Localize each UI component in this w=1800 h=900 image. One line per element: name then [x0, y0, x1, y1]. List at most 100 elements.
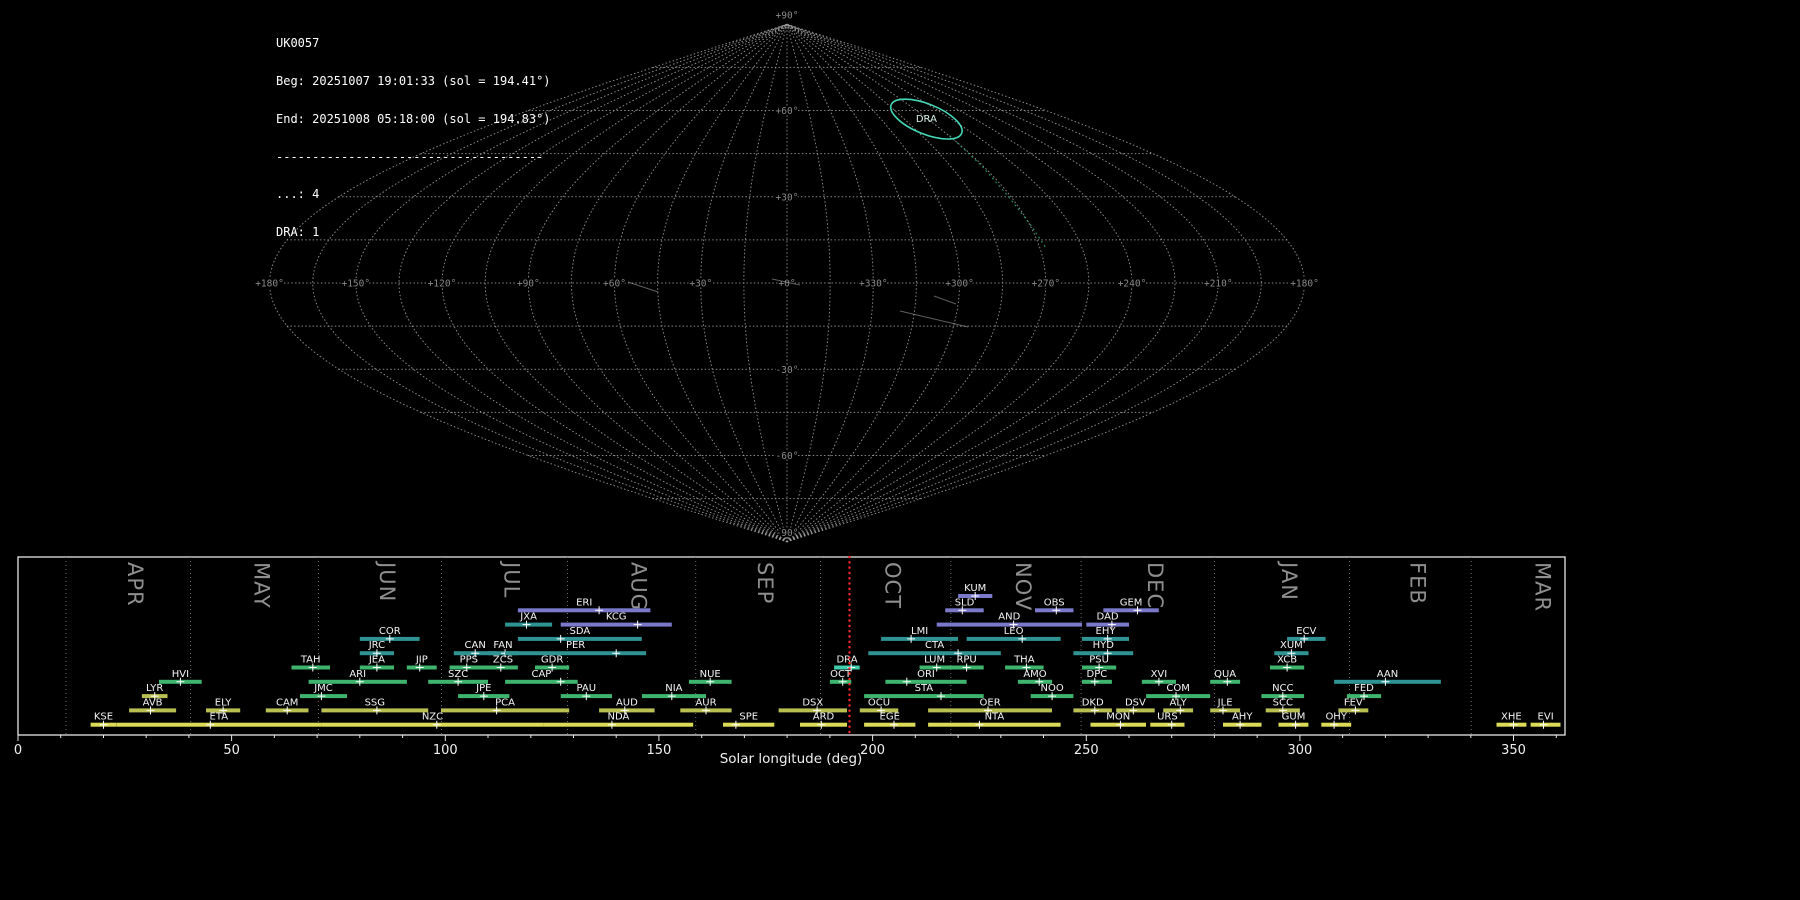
- shower-code-label: PER: [566, 640, 585, 651]
- shower-code-label: OER: [980, 697, 1001, 708]
- shower-code-label: SLD: [955, 597, 975, 608]
- shower-QUA: QUA: [1210, 669, 1241, 686]
- shower-code-label: PSU: [1089, 655, 1109, 666]
- shower-activity-bar: [723, 722, 775, 727]
- shower-code-label: FEV: [1344, 697, 1363, 708]
- shower-activity-bar: [966, 636, 1061, 641]
- shower-code-label: JPE: [475, 683, 491, 694]
- peak-marker: [612, 649, 621, 658]
- shower-code-label: ARD: [813, 712, 835, 723]
- shower-ETA: ETA: [116, 712, 322, 729]
- shower-code-label: QUA: [1214, 669, 1236, 680]
- ra-axis-label: +330°: [859, 279, 888, 290]
- ra-axis-label: +210°: [1204, 279, 1233, 290]
- shower-OBS: OBS: [1035, 597, 1074, 615]
- shower-code-label: PCA: [495, 697, 515, 708]
- shower-code-label: SSG: [365, 697, 385, 708]
- peak-marker: [556, 634, 565, 643]
- shower-activity-bar: [116, 722, 322, 727]
- shower-SSG: SSG: [321, 697, 429, 715]
- axis-tick-label: 50: [223, 743, 240, 758]
- shower-code-label: ELY: [215, 697, 233, 708]
- ra-axis-label: +180°: [255, 279, 284, 290]
- shower-code-label: LUM: [924, 655, 945, 666]
- shower-code-label: SDA: [570, 626, 591, 637]
- shower-code-label: GUM: [1282, 712, 1306, 723]
- shower-AUR: AUR: [680, 697, 732, 715]
- ra-axis-label: +270°: [1031, 279, 1060, 290]
- shower-code-label: KSE: [94, 712, 113, 723]
- dec-axis-label: -30°: [776, 365, 799, 376]
- shower-LMI: LMI: [881, 626, 958, 643]
- shower-code-label: TAH: [300, 655, 321, 666]
- shower-DPC: DPC: [1082, 669, 1112, 686]
- shower-EGE: EGE: [864, 712, 916, 729]
- shower-NOO: NOO: [1030, 683, 1074, 701]
- x-axis-title: Solar longitude (deg): [720, 751, 863, 767]
- shower-activity-bar: [881, 636, 958, 641]
- shower-code-label: AUD: [616, 697, 638, 708]
- axis-tick-label: 200: [860, 743, 885, 758]
- radiant-drift-path: [949, 135, 1047, 249]
- month-label: JUN: [375, 560, 399, 602]
- meteor-streak: [899, 310, 969, 328]
- shower-code-label: ALY: [1169, 697, 1187, 708]
- shower-code-label: JEA: [368, 655, 385, 666]
- dec-axis-label: +60°: [776, 106, 799, 117]
- shower-PER: PER: [505, 640, 647, 658]
- shower-XCB: XCB: [1270, 655, 1305, 672]
- month-label: MAR: [1530, 562, 1554, 612]
- shower-code-label: NIA: [665, 683, 682, 694]
- shower-URS: URS: [1150, 712, 1185, 729]
- shower-code-label: DSX: [802, 697, 823, 708]
- peak-marker: [556, 677, 565, 686]
- shower-GUM: GUM: [1278, 712, 1309, 729]
- shower-code-label: STA: [915, 683, 934, 694]
- shower-code-label: ERI: [576, 597, 592, 608]
- shower-activity-bar: [505, 651, 647, 656]
- shower-NZC: NZC: [321, 712, 544, 729]
- shower-code-label: CAN: [465, 640, 486, 651]
- shower-code-label: OCU: [868, 697, 890, 708]
- shower-code-label: GEM: [1120, 597, 1143, 608]
- month-label: FEB: [1405, 562, 1429, 605]
- ra-axis-label: +60°: [603, 279, 626, 290]
- dec-axis-label: +30°: [776, 192, 799, 203]
- shower-code-label: OHY: [1325, 712, 1347, 723]
- shower-code-label: EVI: [1538, 712, 1554, 723]
- axis-tick-label: 250: [1074, 743, 1099, 758]
- peak-marker: [902, 677, 911, 686]
- shower-activity-bar: [928, 722, 1061, 727]
- month-label: SEP: [753, 562, 777, 604]
- shower-code-label: RPU: [956, 655, 976, 666]
- ra-axis-label: +150°: [341, 279, 370, 290]
- shower-code-label: ETA: [210, 712, 229, 723]
- month-label: JAN: [1277, 560, 1301, 601]
- shower-code-label: HVI: [172, 669, 189, 680]
- peak-marker: [937, 692, 945, 701]
- ra-axis-label: +180°: [1290, 279, 1319, 290]
- shower-code-label: XHE: [1501, 712, 1522, 723]
- shower-ARD: ARD: [800, 712, 847, 729]
- shower-EVI: EVI: [1530, 712, 1561, 729]
- shower-XHE: XHE: [1496, 712, 1527, 729]
- shower-activity-bar: [1150, 722, 1185, 727]
- peak-marker: [595, 606, 604, 615]
- shower-code-label: DSV: [1125, 697, 1146, 708]
- shower-code-label: DRA: [836, 655, 857, 666]
- shower-code-label: AUR: [695, 697, 716, 708]
- shower-AHY: AHY: [1223, 712, 1262, 729]
- shower-code-label: EHY: [1096, 626, 1117, 637]
- observation-begin: Beg: 20251007 19:01:33 (sol = 194.41°): [276, 73, 551, 88]
- month-label: DEC: [1143, 562, 1167, 609]
- shower-JMC: JMC: [300, 683, 347, 701]
- shower-OHY: OHY: [1321, 712, 1352, 729]
- shower-code-label: KUM: [964, 583, 986, 594]
- shower-code-label: SCC: [1273, 697, 1293, 708]
- shower-code-label: ORI: [917, 669, 935, 680]
- shower-code-label: NCC: [1272, 683, 1293, 694]
- shower-code-label: AVB: [143, 697, 163, 708]
- shower-code-label: JMC: [313, 683, 333, 694]
- shower-code-label: COM: [1166, 683, 1189, 694]
- shower-JIP: JIP: [406, 655, 437, 672]
